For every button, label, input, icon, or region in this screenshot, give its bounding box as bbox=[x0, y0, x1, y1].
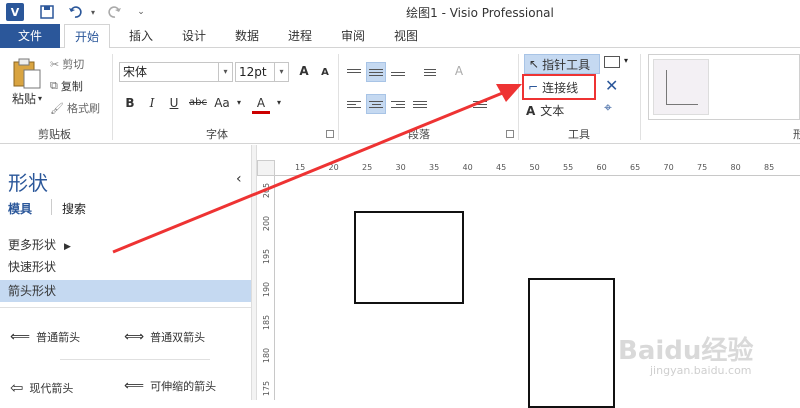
annotation-arrow bbox=[112, 84, 522, 254]
